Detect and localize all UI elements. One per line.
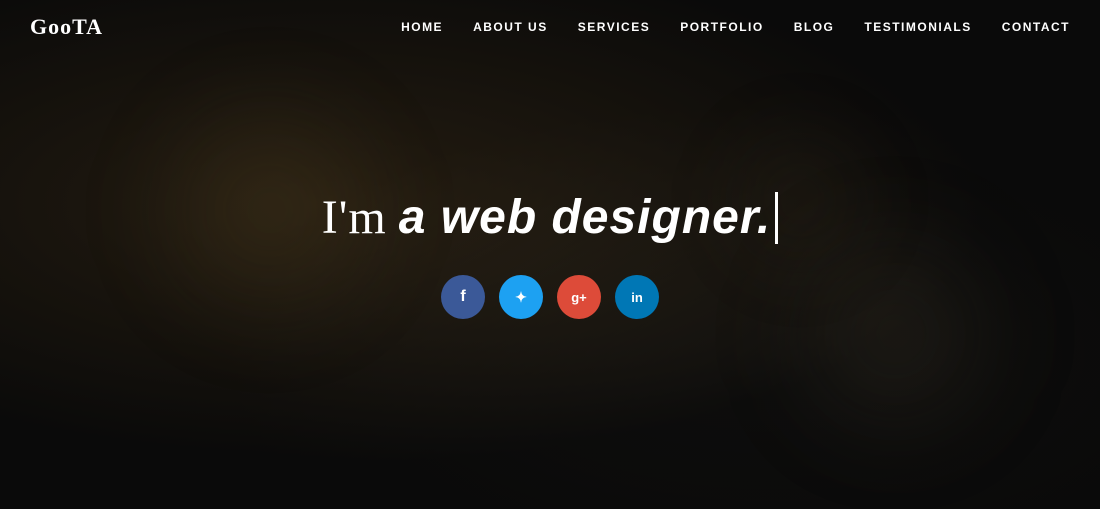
logo-text: GooTA <box>30 14 103 39</box>
nav-link-testimonials[interactable]: TESTIMONIALS <box>864 20 971 34</box>
nav-item-services[interactable]: SERVICES <box>578 18 650 36</box>
nav-link-services[interactable]: SERVICES <box>578 20 650 34</box>
hero-content: I'm a web designer. f ✦ g+ in <box>322 190 778 319</box>
nav-link-about[interactable]: ABOUT US <box>473 20 548 34</box>
nav-link-blog[interactable]: BLOG <box>794 20 835 34</box>
social-button-linkedin[interactable]: in <box>615 275 659 319</box>
facebook-icon: f <box>460 288 465 306</box>
navbar: GooTA HOME ABOUT US SERVICES PORTFOLIO B… <box>0 0 1100 54</box>
nav-item-contact[interactable]: CONTACT <box>1002 18 1070 36</box>
headline-bold: a web designer. <box>399 190 771 245</box>
nav-item-blog[interactable]: BLOG <box>794 18 835 36</box>
text-cursor <box>775 192 778 244</box>
headline-light: I'm <box>322 190 387 245</box>
nav-link-home[interactable]: HOME <box>401 20 443 34</box>
site-logo: GooTA <box>30 14 103 40</box>
nav-item-testimonials[interactable]: TESTIMONIALS <box>864 18 971 36</box>
hero-headline: I'm a web designer. <box>322 190 778 245</box>
social-button-twitter[interactable]: ✦ <box>499 275 543 319</box>
nav-link-portfolio[interactable]: PORTFOLIO <box>680 20 764 34</box>
nav-item-portfolio[interactable]: PORTFOLIO <box>680 18 764 36</box>
twitter-icon: ✦ <box>515 289 527 306</box>
linkedin-icon: in <box>631 290 643 305</box>
social-button-facebook[interactable]: f <box>441 275 485 319</box>
nav-link-contact[interactable]: CONTACT <box>1002 20 1070 34</box>
nav-item-about[interactable]: ABOUT US <box>473 18 548 36</box>
nav-item-home[interactable]: HOME <box>401 18 443 36</box>
social-icons-group: f ✦ g+ in <box>441 275 659 319</box>
hero-section: GooTA HOME ABOUT US SERVICES PORTFOLIO B… <box>0 0 1100 509</box>
social-button-google[interactable]: g+ <box>557 275 601 319</box>
google-plus-icon: g+ <box>571 290 587 305</box>
nav-links: HOME ABOUT US SERVICES PORTFOLIO BLOG TE… <box>401 18 1070 36</box>
